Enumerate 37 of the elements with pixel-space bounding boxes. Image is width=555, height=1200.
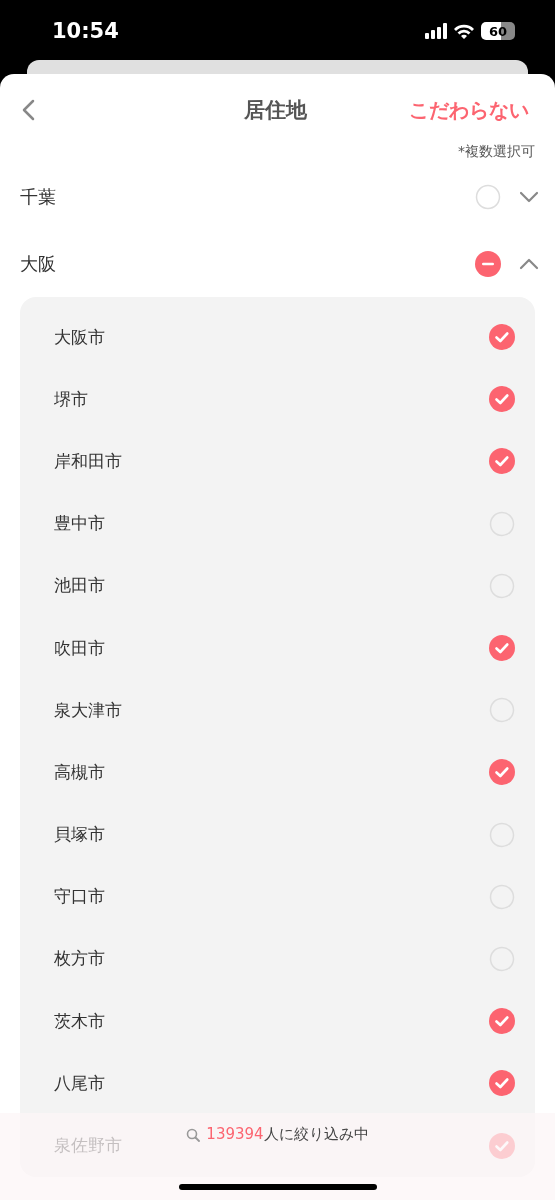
filter-status-text: 人に絞り込み中 — [263, 1125, 369, 1144]
city-name[interactable]: 貝塚市 — [54, 823, 105, 847]
wifi-icon — [453, 23, 475, 39]
city-name[interactable]: 茨木市 — [54, 1009, 105, 1033]
prefecture-name[interactable]: 千葉 — [20, 184, 457, 209]
match-count: 139394 — [206, 1125, 264, 1144]
checked-checkbox-icon[interactable] — [489, 635, 515, 662]
city-name[interactable]: 堺市 — [54, 387, 88, 411]
checked-checkbox-icon[interactable] — [489, 1070, 515, 1097]
city-name[interactable]: 豊中市 — [54, 512, 105, 536]
back-icon — [22, 99, 36, 121]
city-name[interactable]: 大阪市 — [54, 325, 105, 349]
checked-checkbox-icon[interactable] — [489, 386, 515, 413]
city-name[interactable]: 枚方市 — [54, 947, 105, 971]
city-name[interactable]: 岸和田市 — [54, 449, 122, 473]
prefecture-name[interactable]: 大阪 — [20, 251, 457, 276]
city-name[interactable]: 池田市 — [54, 574, 105, 598]
checked-checkbox-icon[interactable] — [489, 324, 515, 351]
city-name[interactable]: 八尾市 — [54, 1071, 105, 1095]
checked-checkbox-icon[interactable] — [489, 448, 515, 475]
empty-checkbox-icon[interactable] — [475, 183, 501, 210]
checked-checkbox-icon[interactable] — [489, 1008, 515, 1035]
battery-icon: 60 — [481, 22, 515, 40]
back-button[interactable] — [22, 99, 36, 121]
city-name[interactable]: 高槻市 — [54, 760, 105, 784]
checked-checkbox-icon[interactable] — [489, 759, 515, 786]
expand-chevron-icon[interactable] — [519, 189, 539, 204]
city-name[interactable]: 吹田市 — [54, 636, 105, 660]
city-name[interactable]: 守口市 — [54, 885, 105, 909]
sheet-title: 居住地 — [244, 97, 307, 124]
clock-time: 10:54 — [52, 19, 120, 43]
city-name[interactable]: 泉大津市 — [54, 698, 122, 722]
partial-checkbox-icon[interactable] — [475, 250, 501, 277]
search-icon — [186, 1127, 201, 1142]
signal-icon — [425, 23, 447, 39]
multi-select-note: *複数選択可 — [457, 143, 536, 161]
collapse-chevron-icon[interactable] — [519, 256, 539, 271]
